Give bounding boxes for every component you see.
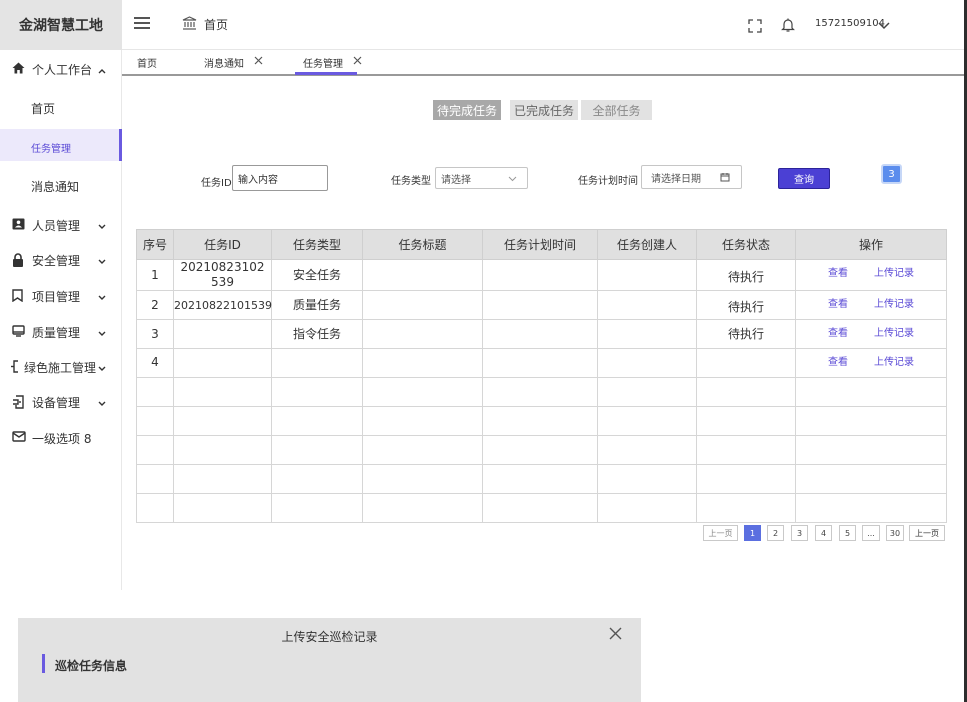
pager-ellipsis: ... [862, 525, 880, 541]
table-row: 1 20210823102539 安全任务 待执行 查看 上传记录 [136, 259, 947, 291]
bookmark-icon [12, 289, 23, 305]
close-icon[interactable] [353, 56, 362, 68]
tab-task-management[interactable]: 任务管理 [303, 50, 362, 74]
pager-page[interactable]: 5 [839, 525, 856, 541]
pager-page[interactable]: 1 [744, 525, 761, 541]
upload-record-link[interactable]: 上传记录 [874, 297, 914, 312]
pager-next-button[interactable]: 上一页 [909, 525, 945, 541]
pager-page[interactable]: 30 [886, 525, 904, 541]
table-row: 2 20210822101539 质量任务 待执行 查看 上传记录 [136, 290, 947, 320]
sidebar-item-home[interactable]: 首页 [0, 90, 122, 124]
plan-date-picker[interactable]: 请选择日期 [641, 165, 742, 189]
task-id-input[interactable]: 输入内容 [232, 165, 328, 191]
table-header-row: 序号 任务ID 任务类型 任务标题 任务计划时间 任务创建人 任务状态 操作 [136, 229, 947, 260]
pager-page[interactable]: 3 [791, 525, 808, 541]
column-header: 任务创建人 [597, 229, 697, 260]
monitor-icon [12, 325, 25, 340]
chevron-down-icon [98, 326, 106, 340]
sidebar: 个人工作台 首页 任务管理 消息通知 人员管理 安全管理 项目管理 质量管理 绿… [0, 50, 122, 590]
close-icon[interactable] [609, 627, 622, 643]
upload-record-dialog: 上传安全巡检记录 巡检任务信息 [18, 618, 641, 702]
bell-icon[interactable] [781, 17, 795, 36]
sidebar-item-task-management[interactable]: 任务管理 [0, 129, 122, 161]
calendar-icon [720, 172, 730, 185]
chevron-down-icon [98, 219, 106, 233]
table-row: 3 指令任务 待执行 查看 上传记录 [136, 319, 947, 349]
menu-icon[interactable] [134, 17, 150, 31]
app-logo: 金湖智慧工地 [0, 0, 122, 50]
segment-all-tasks[interactable]: 全部任务 [581, 100, 652, 120]
task-id-label: 任务ID [201, 178, 232, 189]
pager-prev-button[interactable]: 上一页 [703, 525, 738, 541]
device-icon [12, 395, 25, 412]
sidebar-item-quality[interactable]: 质量管理 [0, 314, 122, 348]
sidebar-item-projects[interactable]: 项目管理 [0, 278, 122, 312]
id-card-icon [12, 218, 25, 233]
lock-icon [12, 253, 24, 270]
column-header: 操作 [795, 229, 947, 260]
close-icon[interactable] [254, 56, 263, 68]
view-link[interactable]: 查看 [828, 297, 848, 312]
tab-bar: 首页 消息通知 任务管理 [122, 50, 964, 76]
plan-time-label: 任务计划时间 [578, 176, 638, 187]
sidebar-item-green-construction[interactable]: 绿色施工管理 [0, 349, 122, 383]
home-icon [12, 62, 25, 77]
sidebar-item-equipment[interactable]: 设备管理 [0, 384, 122, 418]
chevron-down-icon [98, 254, 106, 268]
chevron-down-icon[interactable] [878, 19, 890, 33]
tab-home[interactable]: 首页 [137, 50, 157, 74]
sidebar-item-option-8[interactable]: 一级选项 8 [0, 420, 122, 454]
chevron-down-icon [508, 174, 517, 185]
pager-page[interactable]: 2 [767, 525, 784, 541]
view-link[interactable]: 查看 [828, 355, 848, 370]
mail-icon [12, 431, 26, 445]
task-type-select[interactable]: 请选择 [435, 167, 528, 189]
leaf-icon [10, 360, 22, 376]
dialog-title: 上传安全巡检记录 [281, 630, 378, 644]
fullscreen-icon[interactable] [748, 19, 762, 36]
chevron-down-icon [98, 361, 106, 375]
column-header: 任务ID [173, 229, 272, 260]
table-row [136, 435, 947, 465]
upload-record-link[interactable]: 上传记录 [874, 355, 914, 370]
chevron-down-icon [98, 396, 106, 410]
upload-record-link[interactable]: 上传记录 [874, 326, 914, 341]
section-title: 巡检任务信息 [55, 659, 128, 673]
table-row [136, 377, 947, 407]
column-header: 任务标题 [362, 229, 483, 260]
count-badge[interactable]: 3 [881, 164, 902, 184]
sidebar-item-personnel[interactable]: 人员管理 [0, 207, 122, 241]
chevron-up-icon [98, 63, 106, 77]
breadcrumb[interactable]: 首页 [204, 16, 228, 33]
chevron-down-icon [98, 290, 106, 304]
table-row [136, 493, 947, 523]
upload-record-link[interactable]: 上传记录 [874, 266, 914, 281]
tab-messages[interactable]: 消息通知 [204, 50, 263, 74]
column-header: 任务计划时间 [482, 229, 598, 260]
column-header: 任务类型 [271, 229, 363, 260]
task-type-label: 任务类型 [391, 176, 431, 187]
query-button[interactable]: 查询 [778, 168, 830, 189]
user-name[interactable]: 15721509104 [815, 18, 885, 29]
section-accent-bar [42, 654, 45, 673]
pager-page[interactable]: 4 [815, 525, 832, 541]
table-row: 4 查看 上传记录 [136, 348, 947, 378]
sidebar-item-safety[interactable]: 安全管理 [0, 242, 122, 276]
column-header: 序号 [136, 229, 174, 260]
view-link[interactable]: 查看 [828, 266, 848, 281]
view-link[interactable]: 查看 [828, 326, 848, 341]
table-row [136, 464, 947, 494]
sidebar-item-workbench[interactable]: 个人工作台 [0, 51, 122, 85]
active-tab-indicator [295, 72, 357, 75]
home-icon [182, 16, 197, 33]
top-bar: 首页 15721509104 [122, 0, 964, 50]
sidebar-item-messages[interactable]: 消息通知 [0, 168, 122, 202]
segment-pending-tasks[interactable]: 待完成任务 [433, 100, 501, 120]
task-table: 序号 任务ID 任务类型 任务标题 任务计划时间 任务创建人 任务状态 操作 1… [136, 229, 947, 523]
column-header: 任务状态 [696, 229, 796, 260]
segment-completed-tasks[interactable]: 已完成任务 [510, 100, 578, 120]
table-row [136, 406, 947, 436]
